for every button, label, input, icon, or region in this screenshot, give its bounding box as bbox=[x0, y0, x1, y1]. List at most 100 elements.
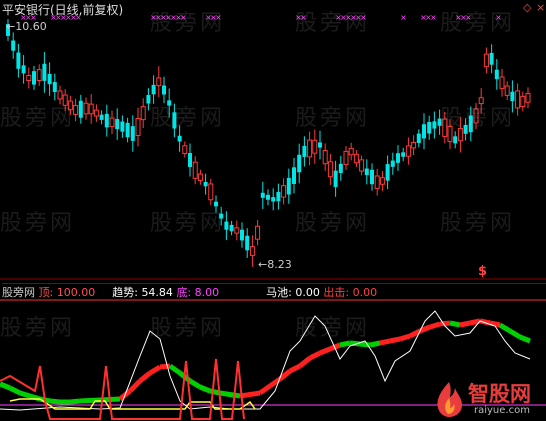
candle bbox=[255, 220, 261, 246]
trend-segment bbox=[168, 363, 182, 376]
candle bbox=[374, 168, 380, 196]
watermark: 股旁网 bbox=[150, 106, 226, 131]
candle bbox=[16, 43, 21, 78]
candle bbox=[385, 155, 390, 190]
trend-segment bbox=[8, 385, 22, 396]
trend-segment bbox=[258, 383, 272, 396]
candle bbox=[266, 189, 270, 206]
trend-segment bbox=[239, 390, 261, 399]
candle bbox=[297, 143, 302, 184]
trend-segment bbox=[399, 333, 411, 342]
candle bbox=[411, 135, 417, 156]
candle bbox=[489, 44, 494, 74]
signal-mark: × bbox=[430, 13, 437, 22]
candle bbox=[203, 173, 208, 195]
candle bbox=[208, 178, 214, 205]
candle bbox=[88, 94, 94, 124]
candle bbox=[78, 94, 83, 124]
candle bbox=[348, 142, 354, 161]
trend-segment bbox=[339, 340, 351, 348]
close-icon[interactable]: × bbox=[536, 1, 545, 14]
watermark: 股旁网 bbox=[150, 11, 226, 36]
trend-segment bbox=[379, 338, 391, 346]
trend-segment bbox=[288, 363, 302, 374]
candle bbox=[343, 146, 349, 170]
trend-segment bbox=[219, 390, 241, 399]
candle bbox=[322, 143, 328, 171]
trend-segment bbox=[49, 398, 61, 405]
candle bbox=[140, 98, 146, 129]
candle bbox=[281, 178, 287, 205]
candlestick-chart[interactable]: ××× ×××××× ××××××× ××× ×× ×××××× × ××× ××× × ←10.… bbox=[0, 0, 546, 280]
candle bbox=[276, 183, 281, 210]
watermark: 股旁网 bbox=[440, 106, 516, 131]
trend-segment bbox=[298, 356, 312, 368]
watermark: 股旁网 bbox=[295, 211, 371, 236]
candle bbox=[494, 59, 499, 90]
candle bbox=[364, 159, 369, 185]
candle bbox=[11, 32, 16, 59]
trend-segment bbox=[319, 346, 331, 356]
trend-segment bbox=[188, 378, 202, 390]
trend-segment bbox=[128, 379, 142, 393]
trend-segment bbox=[159, 363, 171, 370]
trend-segment bbox=[308, 350, 322, 361]
trend-segment bbox=[429, 321, 441, 330]
candle bbox=[36, 64, 42, 86]
candle bbox=[115, 108, 120, 140]
watermark: 股旁网 bbox=[295, 106, 371, 131]
trend-segment bbox=[69, 398, 81, 405]
trend-segment bbox=[0, 381, 11, 391]
candle bbox=[401, 147, 406, 162]
candle bbox=[396, 145, 400, 171]
candle bbox=[483, 47, 489, 74]
candle bbox=[333, 160, 338, 197]
candle bbox=[379, 170, 385, 192]
candle bbox=[271, 188, 276, 211]
trend-segment bbox=[19, 390, 31, 399]
candle bbox=[47, 62, 52, 96]
candle bbox=[302, 136, 307, 167]
trend-segment bbox=[459, 320, 471, 328]
candle bbox=[422, 113, 426, 150]
watermark: 股旁网 bbox=[0, 316, 76, 341]
watermark: 股旁网 bbox=[295, 316, 371, 341]
watermark: 股旁网 bbox=[150, 316, 226, 341]
candle bbox=[405, 137, 411, 165]
candle bbox=[93, 104, 99, 122]
candle bbox=[353, 150, 359, 167]
candle bbox=[245, 228, 250, 258]
candle bbox=[515, 83, 521, 116]
candle bbox=[192, 156, 198, 185]
candle bbox=[504, 81, 510, 101]
candle bbox=[525, 87, 531, 109]
candle bbox=[52, 73, 57, 101]
chart-title: 平安银行(日线,前复权) bbox=[2, 3, 124, 17]
candle bbox=[520, 91, 526, 112]
candle bbox=[307, 131, 313, 166]
candle bbox=[249, 235, 255, 267]
candle bbox=[104, 104, 109, 137]
restore-icon[interactable]: ◇ bbox=[523, 1, 531, 14]
candle bbox=[234, 220, 240, 241]
trend-segment bbox=[359, 341, 371, 348]
candle bbox=[156, 66, 162, 98]
watermark: 股旁网 bbox=[0, 211, 76, 236]
trend-segment bbox=[138, 371, 152, 383]
watermark: 股旁网 bbox=[0, 106, 76, 131]
trend-segment bbox=[369, 340, 381, 348]
signal-mark: × bbox=[400, 13, 407, 22]
signal-marker: $ bbox=[478, 264, 488, 279]
candle bbox=[83, 97, 89, 120]
trend-segment bbox=[199, 384, 211, 394]
logo-url: raiyue.com bbox=[474, 405, 530, 416]
candle bbox=[125, 117, 130, 143]
candle bbox=[390, 152, 395, 175]
candle bbox=[416, 129, 421, 148]
candle bbox=[312, 129, 318, 164]
flame-icon bbox=[437, 382, 462, 417]
trend-segment bbox=[508, 328, 522, 340]
logo-text: 智股网 bbox=[468, 382, 531, 406]
candle bbox=[359, 155, 365, 176]
watermark: 股旁网 bbox=[295, 11, 371, 36]
